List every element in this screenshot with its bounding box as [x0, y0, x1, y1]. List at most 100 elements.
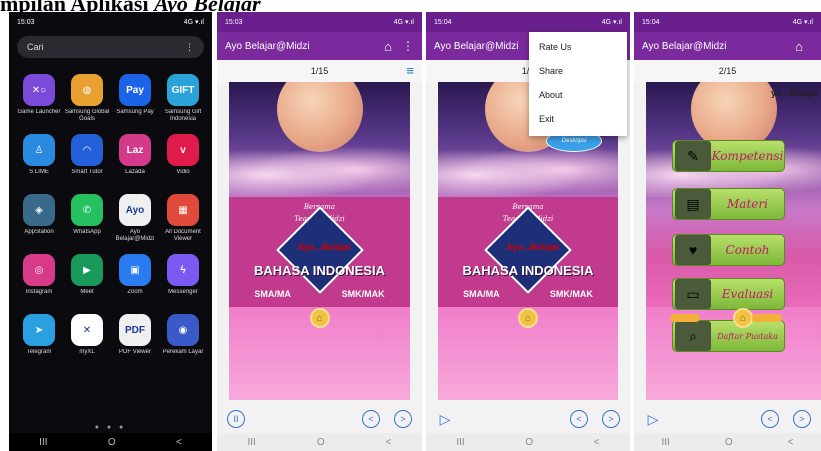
prev-button[interactable]: <	[761, 410, 779, 428]
back-icon[interactable]: <	[386, 437, 392, 448]
play-button[interactable]: ▷	[644, 410, 662, 428]
next-button[interactable]: >	[394, 410, 412, 428]
app-myxl[interactable]: ✕ myXL	[63, 314, 111, 363]
app-label: AppStation	[24, 229, 54, 235]
app-logo: Ayo...Belajar	[506, 242, 561, 252]
more-icon[interactable]: ⋮	[185, 42, 194, 53]
menu-item-about[interactable]: About	[529, 84, 627, 108]
phone-menu-page: 15:04 4G ▾.ıl Ayo Belajar@Midzi ⌂ 2/15 y…	[634, 12, 821, 451]
overflow-menu-icon[interactable]: ⋮	[402, 39, 414, 53]
app-vidio[interactable]: v Vidio	[159, 134, 207, 183]
home-icon[interactable]: ⌂	[384, 39, 392, 54]
status-bar: 15:04 4G ▾.ıl	[426, 12, 630, 32]
app-label: Perekam Layar	[162, 349, 204, 355]
next-arrow-icon[interactable]	[752, 314, 782, 322]
screen-recorder-icon: ◉	[167, 314, 199, 346]
meet-icon: ▶	[71, 254, 103, 286]
app-pdf-viewer[interactable]: PDF PDF Viewer	[111, 314, 159, 363]
menu-item-exit[interactable]: Exit	[529, 108, 627, 132]
subject-title: BAHASA INDONESIA	[462, 263, 594, 278]
app-label: Telegram	[26, 349, 52, 355]
menu-item-share[interactable]: Share	[529, 60, 627, 84]
pause-button[interactable]: II	[227, 410, 245, 428]
app-appstation[interactable]: ◈ AppStation	[15, 194, 63, 243]
app-headset[interactable]: ◠ Smart Tutor	[63, 134, 111, 183]
page-number: 1/15	[310, 66, 329, 76]
app-ayo-belajar[interactable]: Ayo Ayo Belajar@Midzi	[111, 194, 159, 243]
next-button[interactable]: >	[793, 410, 811, 428]
play-button[interactable]: ▷	[436, 410, 454, 428]
prev-button[interactable]: <	[570, 410, 588, 428]
app-instagram[interactable]: ◎ Instagram	[15, 254, 63, 303]
magnifier-icon: ⌕	[675, 321, 711, 351]
messenger-icon: ϟ	[167, 254, 199, 286]
home-nav-icon[interactable]: O	[525, 437, 533, 448]
app-zoom[interactable]: ▣ Zoom	[111, 254, 159, 303]
menu-button-materi[interactable]: ▤ Materi	[672, 188, 785, 220]
app-meet[interactable]: ▶ Meet	[63, 254, 111, 303]
home-nav-icon[interactable]: O	[317, 437, 325, 448]
prev-arrow-icon[interactable]	[670, 314, 700, 322]
app-screen-recorder[interactable]: ◉ Perekam Layar	[159, 314, 207, 363]
recents-icon[interactable]: III	[662, 437, 670, 448]
menu-button-daftar-pustaka[interactable]: ⌕ Daftar Pustaka	[672, 320, 785, 352]
headset-icon: ◠	[71, 134, 103, 166]
recents-icon[interactable]: III	[248, 437, 256, 448]
status-time: 15:03	[17, 18, 35, 26]
next-button[interactable]: >	[602, 410, 620, 428]
status-time: 15:04	[642, 18, 660, 26]
home-icon[interactable]: ⌂	[795, 39, 803, 54]
vidio-icon: v	[167, 134, 199, 166]
app-label: Samsung Gift Indonesia	[164, 109, 202, 122]
back-icon[interactable]: <	[594, 437, 600, 448]
clouds-image	[438, 142, 618, 197]
search-input[interactable]: Cari ⋮	[17, 36, 204, 58]
app-samsung-pay[interactable]: Pay Samsung Pay	[111, 74, 159, 123]
app-global-goals[interactable]: ◍ Samsung Global Goals	[63, 74, 111, 123]
page-number: 2/15	[718, 66, 737, 76]
menu-button-label: Contoh	[725, 243, 770, 257]
menu-button-contoh[interactable]: ♥ Contoh	[672, 234, 785, 266]
slide-home-button[interactable]: ⌂	[518, 308, 538, 328]
pdf-viewer-icon: PDF	[119, 314, 151, 346]
recents-icon[interactable]: III	[456, 437, 464, 448]
hamburger-icon[interactable]: ≡	[406, 63, 414, 78]
app-game-launcher[interactable]: ✕○ Game Launcher	[15, 74, 63, 123]
app-s-lime[interactable]: ♙ S LIME	[15, 134, 63, 183]
app-telegram[interactable]: ➤ Telegram	[15, 314, 63, 363]
slide-home-button[interactable]: ⌂	[309, 308, 330, 328]
menu-button-kompetensi[interactable]: ✎ Kompetensi	[672, 140, 785, 172]
app-whatsapp[interactable]: ✆ WhatsApp	[63, 194, 111, 243]
home-nav-icon[interactable]: O	[108, 437, 116, 448]
back-icon[interactable]: <	[788, 437, 794, 448]
app-messenger[interactable]: ϟ Messenger	[159, 254, 207, 303]
subject-title: BAHASA INDONESIA	[254, 263, 385, 278]
document-viewer-icon: ▦	[167, 194, 199, 226]
app-label: PDF Viewer	[119, 349, 151, 355]
slide-home-button[interactable]: ⌂	[733, 308, 753, 328]
home-nav-icon[interactable]: O	[725, 437, 733, 448]
app-label: Smart Tutor	[71, 169, 103, 175]
app-label: Ayo Belajar@Midzi	[115, 229, 155, 242]
page-bar: 1/15 ≡	[217, 60, 422, 82]
app-grid: ✕○ Game Launcher ◍ Samsung Global Goals Pay S…	[15, 74, 206, 363]
level-sma: SMA/MA	[254, 289, 291, 299]
menu-item-rate-us[interactable]: Rate Us	[529, 36, 627, 60]
whatsapp-icon: ✆	[71, 194, 103, 226]
app-lazada[interactable]: Laz Lazada	[111, 134, 159, 183]
samsung-pay-icon: Pay	[119, 74, 151, 106]
menu-button-label: Evaluasi	[721, 287, 774, 301]
app-gift[interactable]: GIFT Samsung Gift Indonesia	[159, 74, 207, 123]
status-bar: 15:04 4G ▾.ıl	[634, 12, 821, 32]
game-launcher-icon: ✕○	[23, 74, 55, 106]
app-label: myXL	[79, 349, 95, 355]
recents-icon[interactable]: III	[39, 437, 47, 448]
app-document-viewer[interactable]: ▦ All Document Viewer	[159, 194, 207, 243]
status-bar: 15:03 4G ▾.ıl	[217, 12, 422, 32]
back-icon[interactable]: <	[176, 437, 182, 448]
school-levels: SMA/MA SMK/MAK	[229, 289, 410, 299]
menu-button-evaluasi[interactable]: ▭ Evaluasi	[672, 278, 785, 310]
clouds-image	[229, 142, 410, 197]
signal-icon: 4G ▾.ıl	[393, 19, 414, 26]
prev-button[interactable]: <	[362, 410, 380, 428]
